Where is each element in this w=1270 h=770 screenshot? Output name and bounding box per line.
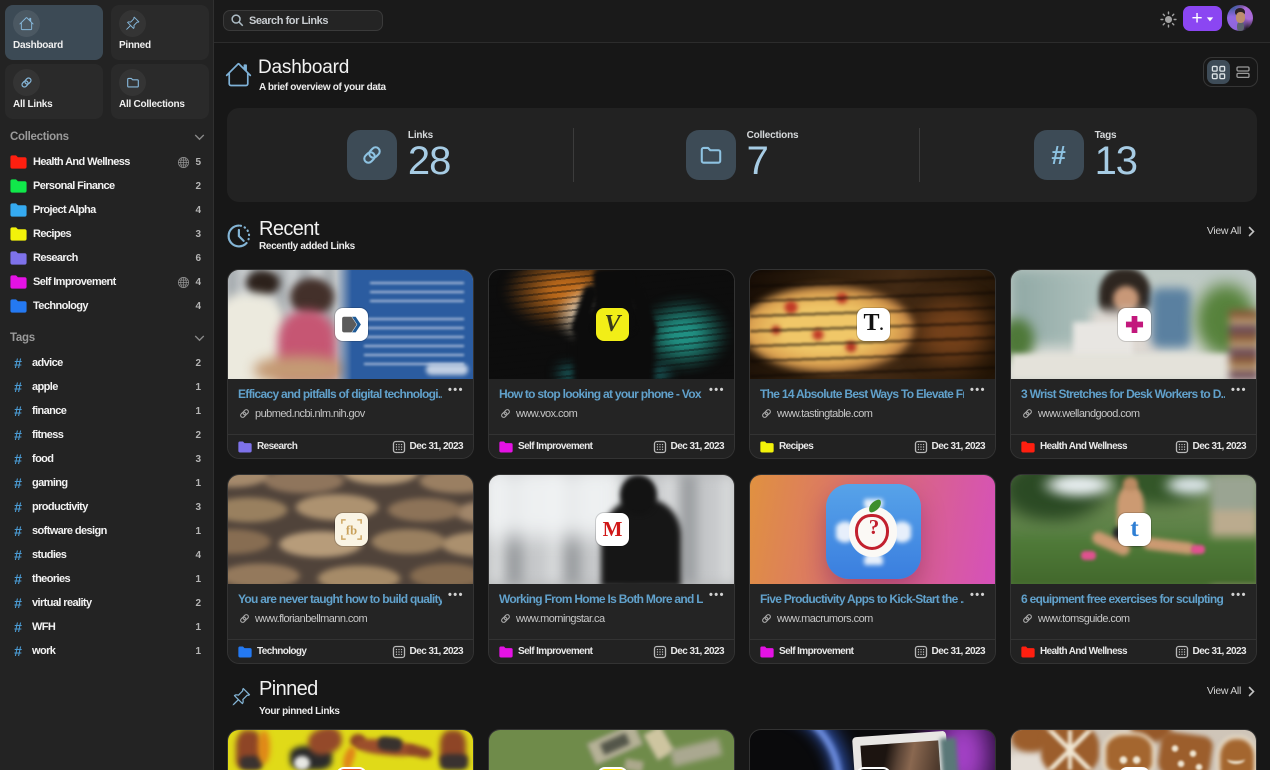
svg-text:fb: fb [346,523,357,537]
